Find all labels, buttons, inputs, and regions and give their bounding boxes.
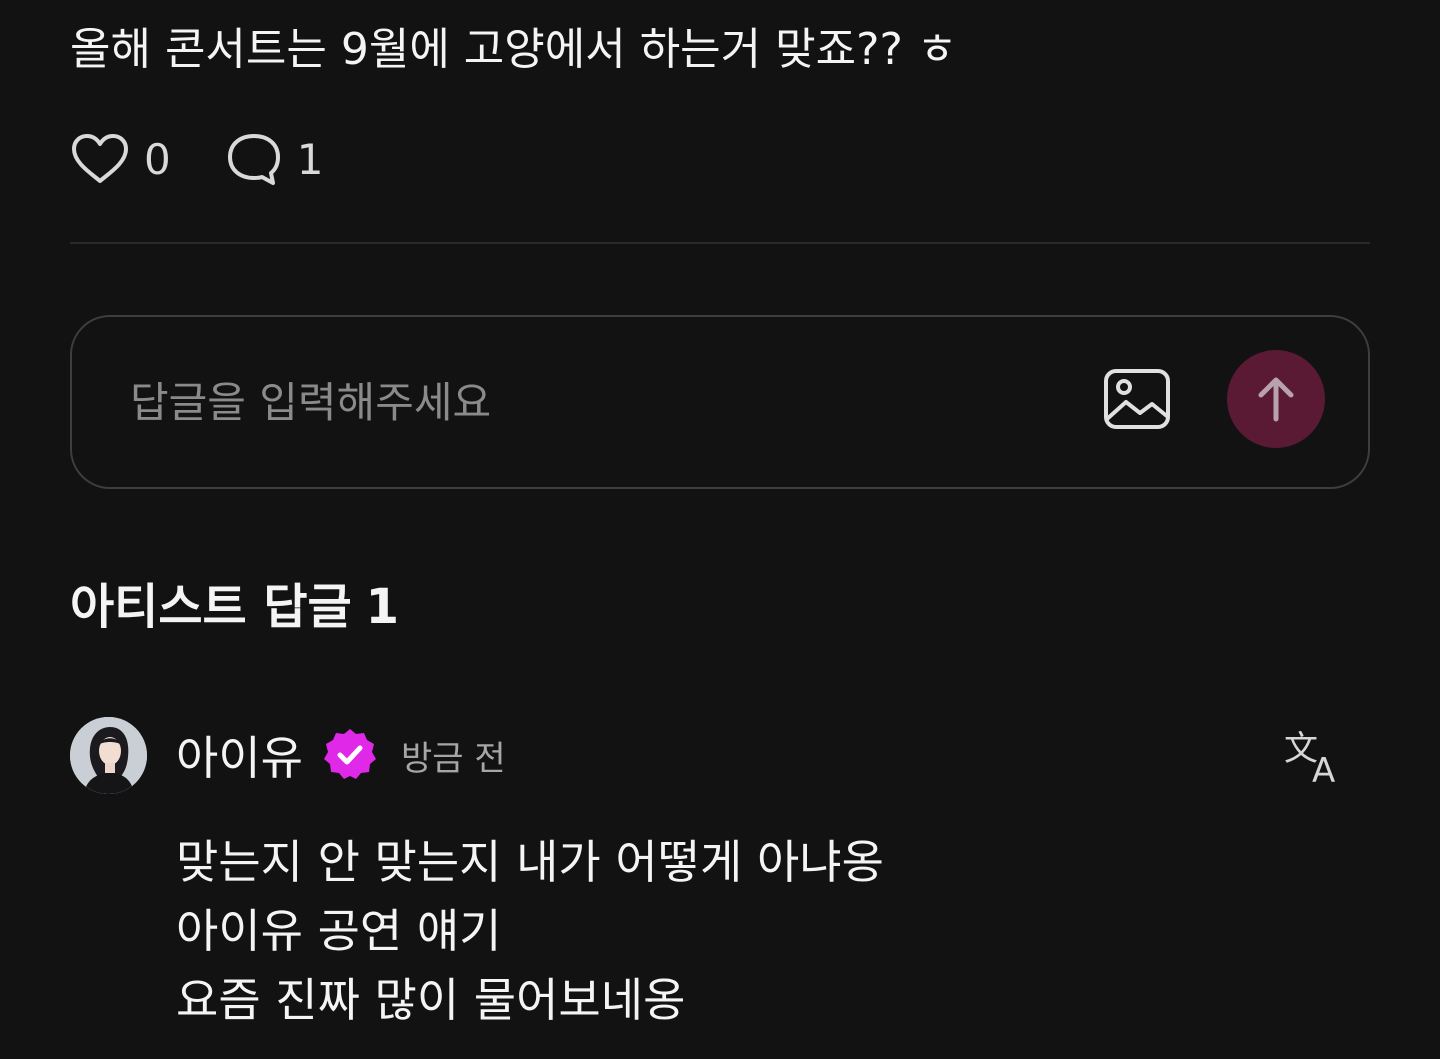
image-icon	[1104, 369, 1170, 429]
reply-composer	[70, 315, 1370, 489]
heart-icon	[72, 134, 128, 183]
post-text: 올해 콘서트는 9월에 고양에서 하는거 맞죠?? ㅎ	[70, 24, 958, 75]
post-actions: 0 1	[70, 126, 323, 192]
comment-count: 1	[296, 134, 324, 184]
artist-replies-title: 아티스트 답글	[70, 579, 352, 635]
artist-replies-heading: 아티스트 답글 1	[70, 572, 399, 642]
reply-body: 맞는지 안 맞는지 내가 어떻게 아냐옹 아이유 공연 얘기 요즘 진짜 많이 …	[176, 828, 884, 1035]
reply-header: 아이유 방금 전	[176, 722, 506, 788]
artist-replies-count: 1	[365, 579, 400, 635]
attach-image-button[interactable]	[1102, 367, 1172, 433]
comment-icon	[227, 134, 280, 185]
avatar[interactable]	[70, 717, 147, 794]
svg-text:A: A	[1312, 751, 1335, 786]
reply-line: 아이유 공연 얘기	[176, 904, 502, 958]
reply-input[interactable]	[130, 363, 1030, 441]
avatar-image	[70, 717, 147, 794]
send-button[interactable]	[1227, 350, 1325, 448]
translate-button[interactable]: 文 A	[1284, 726, 1348, 791]
like-count: 0	[144, 134, 171, 184]
reply-line: 요즘 진짜 많이 물어보네옹	[176, 973, 686, 1027]
arrow-up-icon	[1258, 377, 1294, 422]
divider	[70, 242, 1370, 244]
verified-badge-icon	[323, 729, 376, 779]
comment-button[interactable]: 1	[225, 131, 324, 187]
reply-line: 맞는지 안 맞는지 내가 어떻게 아냐옹	[176, 835, 884, 889]
author-name[interactable]: 아이유	[176, 722, 303, 788]
like-button[interactable]: 0	[70, 131, 171, 187]
translate-icon: 文 A	[1284, 729, 1335, 791]
reply-timestamp: 방금 전	[400, 738, 506, 779]
